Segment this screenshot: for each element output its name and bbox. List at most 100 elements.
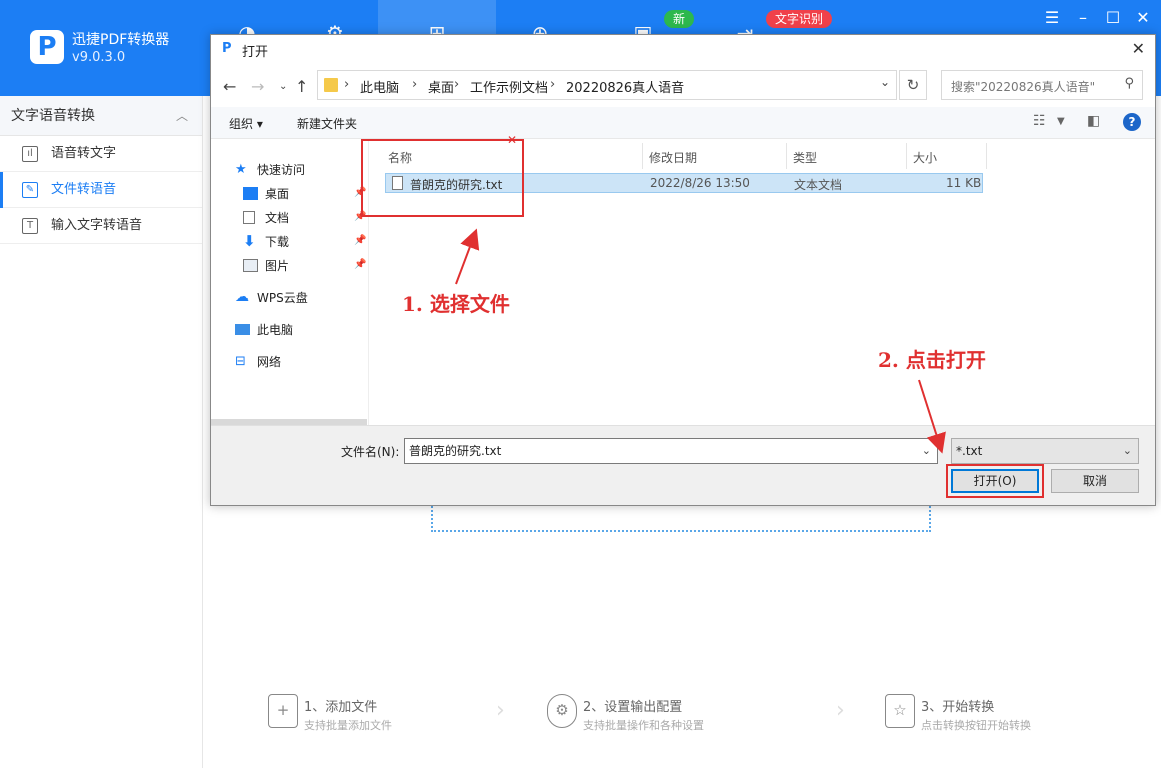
file-type: 文本文档 (794, 178, 843, 192)
add-file-icon: + (268, 694, 298, 728)
step-title: 2、设置输出配置 (583, 700, 683, 715)
text-icon: T (22, 218, 38, 234)
search-input[interactable]: 搜索"20220826真人语音" ⚲ (941, 70, 1143, 100)
annotation-step1: 1. 选择文件 (402, 292, 510, 316)
address-bar[interactable]: › 此电脑 › 桌面 › 工作示例文档 › 20220826真人语音 ⌄ (317, 70, 897, 100)
nav-pictures[interactable]: 图片 (243, 255, 289, 277)
recent-dropdown-icon[interactable]: ⌄ (279, 81, 287, 92)
step-title: 1、添加文件 (304, 700, 378, 715)
convert-icon: ☆ (885, 694, 915, 728)
waveform-icon: ıl (22, 146, 38, 162)
nav-wps-cloud[interactable]: ☁ WPS云盘 (235, 287, 308, 309)
menu-icon[interactable]: ☰ (1042, 8, 1062, 28)
nav-label: 文档 (265, 211, 290, 225)
filetype-select[interactable]: *.txt ⌄ (951, 438, 1139, 464)
nav-label: 此电脑 (257, 323, 294, 337)
search-placeholder: 搜索"20220826真人语音" (951, 80, 1096, 94)
navigation-bar: ← → ⌄ ↑ › 此电脑 › 桌面 › 工作示例文档 › 20220826真人… (211, 69, 1155, 103)
nav-documents[interactable]: 文档 (243, 207, 289, 229)
breadcrumb-item[interactable]: 此电脑 (360, 77, 399, 96)
app-logo: P (30, 30, 64, 64)
dialog-titlebar: P 打开 ✕ (211, 35, 1155, 65)
annotation-box-file (361, 139, 524, 217)
dialog-toolbar: 组织 ▾ 新建文件夹 ☷ ▼ ◧ ? (211, 107, 1155, 139)
sidebar-header[interactable]: 文字语音转换 ︿ (0, 96, 202, 136)
nav-desktop[interactable]: 桌面 (243, 183, 289, 205)
nav-label: 图片 (265, 259, 290, 273)
filename-label: 文件名(N): (341, 445, 400, 459)
new-badge: 新 (664, 10, 695, 28)
help-icon[interactable]: ? (1123, 113, 1141, 131)
minimize-icon[interactable]: – (1073, 8, 1093, 28)
sidebar-item-speech-to-text[interactable]: ıl 语音转文字 (0, 136, 202, 172)
up-icon[interactable]: ↑ (295, 77, 308, 96)
annotation-x-icon: ✕ (507, 133, 518, 147)
nav-downloads[interactable]: ⬇ 下载 (243, 231, 289, 253)
sidebar-item-text-to-speech[interactable]: T 输入文字转语音 (0, 208, 202, 244)
chevron-down-icon[interactable]: ⌄ (1123, 439, 1132, 463)
download-icon: ⬇ (243, 232, 256, 250)
sidebar-item-file-to-speech[interactable]: ✎ 文件转语音 (0, 172, 202, 208)
nav-label: 下载 (265, 235, 290, 249)
open-file-dialog: P 打开 ✕ ← → ⌄ ↑ › 此电脑 › 桌面 › 工作示例文档 › 202… (210, 34, 1156, 506)
chevron-right-icon: › (496, 698, 505, 723)
sidebar: 文字语音转换 ︿ ıl 语音转文字 ✎ 文件转语音 T 输入文字转语音 (0, 96, 203, 768)
pin-icon[interactable]: 📌 (354, 259, 366, 270)
filetype-value: *.txt (956, 444, 983, 458)
app-version: v9.0.3.0 (72, 50, 126, 65)
edit-icon: ✎ (22, 182, 38, 198)
column-header-date[interactable]: 修改日期 (649, 147, 697, 169)
breadcrumb-item[interactable]: 20220826真人语音 (566, 77, 684, 96)
pictures-icon (243, 259, 258, 272)
maximize-icon[interactable]: ☐ (1103, 8, 1123, 28)
sidebar-item-label: 语音转文字 (51, 146, 117, 161)
nav-label: 桌面 (265, 187, 290, 201)
chevron-down-icon[interactable]: ⌄ (880, 75, 890, 89)
file-size: 11 KB (946, 176, 982, 190)
breadcrumb-item[interactable]: 桌面 (428, 77, 454, 96)
back-icon[interactable]: ← (223, 77, 236, 96)
file-date: 2022/8/26 13:50 (650, 176, 750, 190)
nav-this-pc[interactable]: 此电脑 (235, 319, 293, 341)
cancel-button[interactable]: 取消 (1051, 469, 1139, 493)
filename-value: 普朗克的研究.txt (409, 444, 502, 458)
chevron-down-icon[interactable]: ▼ (1057, 116, 1065, 127)
step-subtitle: 支持批量操作和各种设置 (583, 719, 704, 732)
chevron-right-icon: › (836, 698, 845, 723)
sidebar-item-label: 文件转语音 (51, 182, 117, 197)
step-title: 3、开始转换 (921, 700, 995, 715)
ocr-badge: 文字识别 (766, 10, 833, 28)
breadcrumb-item[interactable]: 工作示例文档 (470, 77, 548, 96)
step-subtitle: 支持批量添加文件 (304, 719, 392, 732)
sidebar-item-label: 输入文字转语音 (51, 218, 143, 233)
chevron-up-icon: ︿ (175, 109, 188, 123)
column-header-type[interactable]: 类型 (793, 147, 817, 169)
folder-icon (324, 78, 338, 92)
computer-icon (235, 324, 250, 335)
nav-quick-access[interactable]: ★ 快速访问 (235, 159, 305, 181)
forward-icon[interactable]: → (251, 77, 264, 96)
column-header-size[interactable]: 大小 (913, 147, 937, 169)
settings-icon: ⚙ (547, 694, 577, 728)
pin-icon[interactable]: 📌 (354, 235, 366, 246)
star-icon: ★ (235, 162, 247, 177)
nav-label: 网络 (257, 355, 282, 369)
close-icon[interactable]: ✕ (1132, 39, 1145, 58)
desktop-icon (243, 187, 258, 200)
network-icon: ⊟ (235, 354, 246, 369)
nav-label: WPS云盘 (257, 291, 308, 305)
refresh-icon[interactable]: ↻ (899, 70, 927, 100)
annotation-box-open (946, 464, 1044, 498)
document-icon (243, 211, 255, 224)
view-options-icon[interactable]: ☷ (1033, 113, 1046, 129)
app-name: 迅捷PDF转换器 (72, 32, 170, 48)
nav-network[interactable]: ⊟ 网络 (235, 351, 281, 373)
close-app-icon[interactable]: ✕ (1133, 8, 1153, 28)
organize-button[interactable]: 组织 ▾ (229, 115, 263, 132)
annotation-step2: 2. 点击打开 (878, 348, 986, 372)
new-folder-button[interactable]: 新建文件夹 (297, 115, 357, 132)
chevron-down-icon[interactable]: ⌄ (922, 439, 931, 463)
filename-input[interactable]: 普朗克的研究.txt ⌄ (404, 438, 938, 464)
step-subtitle: 点击转换按钮开始转换 (921, 719, 1031, 732)
preview-pane-icon[interactable]: ◧ (1087, 113, 1100, 129)
